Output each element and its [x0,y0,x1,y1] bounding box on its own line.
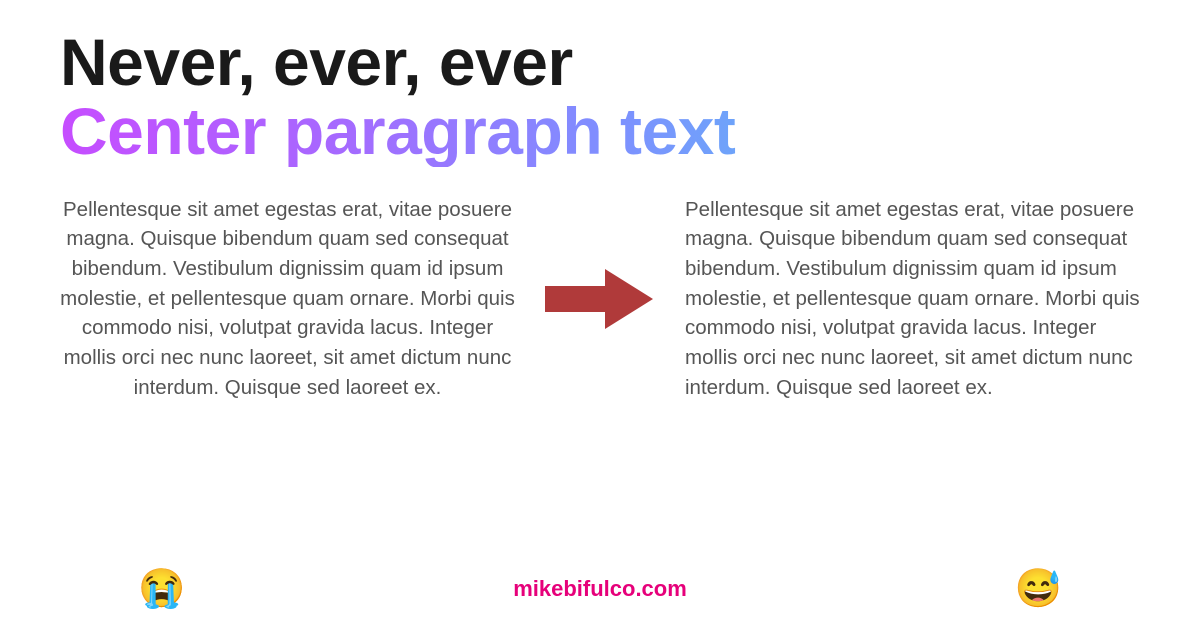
sweat-smile-emoji-icon: 😅 [687,570,1140,608]
page-title: Never, ever, ever Center paragraph text [60,28,1140,167]
crying-emoji-icon: 😭 [60,570,513,608]
heading-line-2: Center paragraph text [60,97,1140,166]
comparison-row: Pellentesque sit amet egestas erat, vita… [60,195,1140,403]
left-aligned-paragraph-example: Pellentesque sit amet egestas erat, vita… [685,195,1140,403]
site-credit: mikebifulco.com [513,576,687,602]
centered-paragraph-example: Pellentesque sit amet egestas erat, vita… [60,195,515,403]
heading-line-1: Never, ever, ever [60,28,1140,97]
arrow-right-icon [545,264,655,334]
footer: 😭 mikebifulco.com 😅 [0,570,1200,608]
